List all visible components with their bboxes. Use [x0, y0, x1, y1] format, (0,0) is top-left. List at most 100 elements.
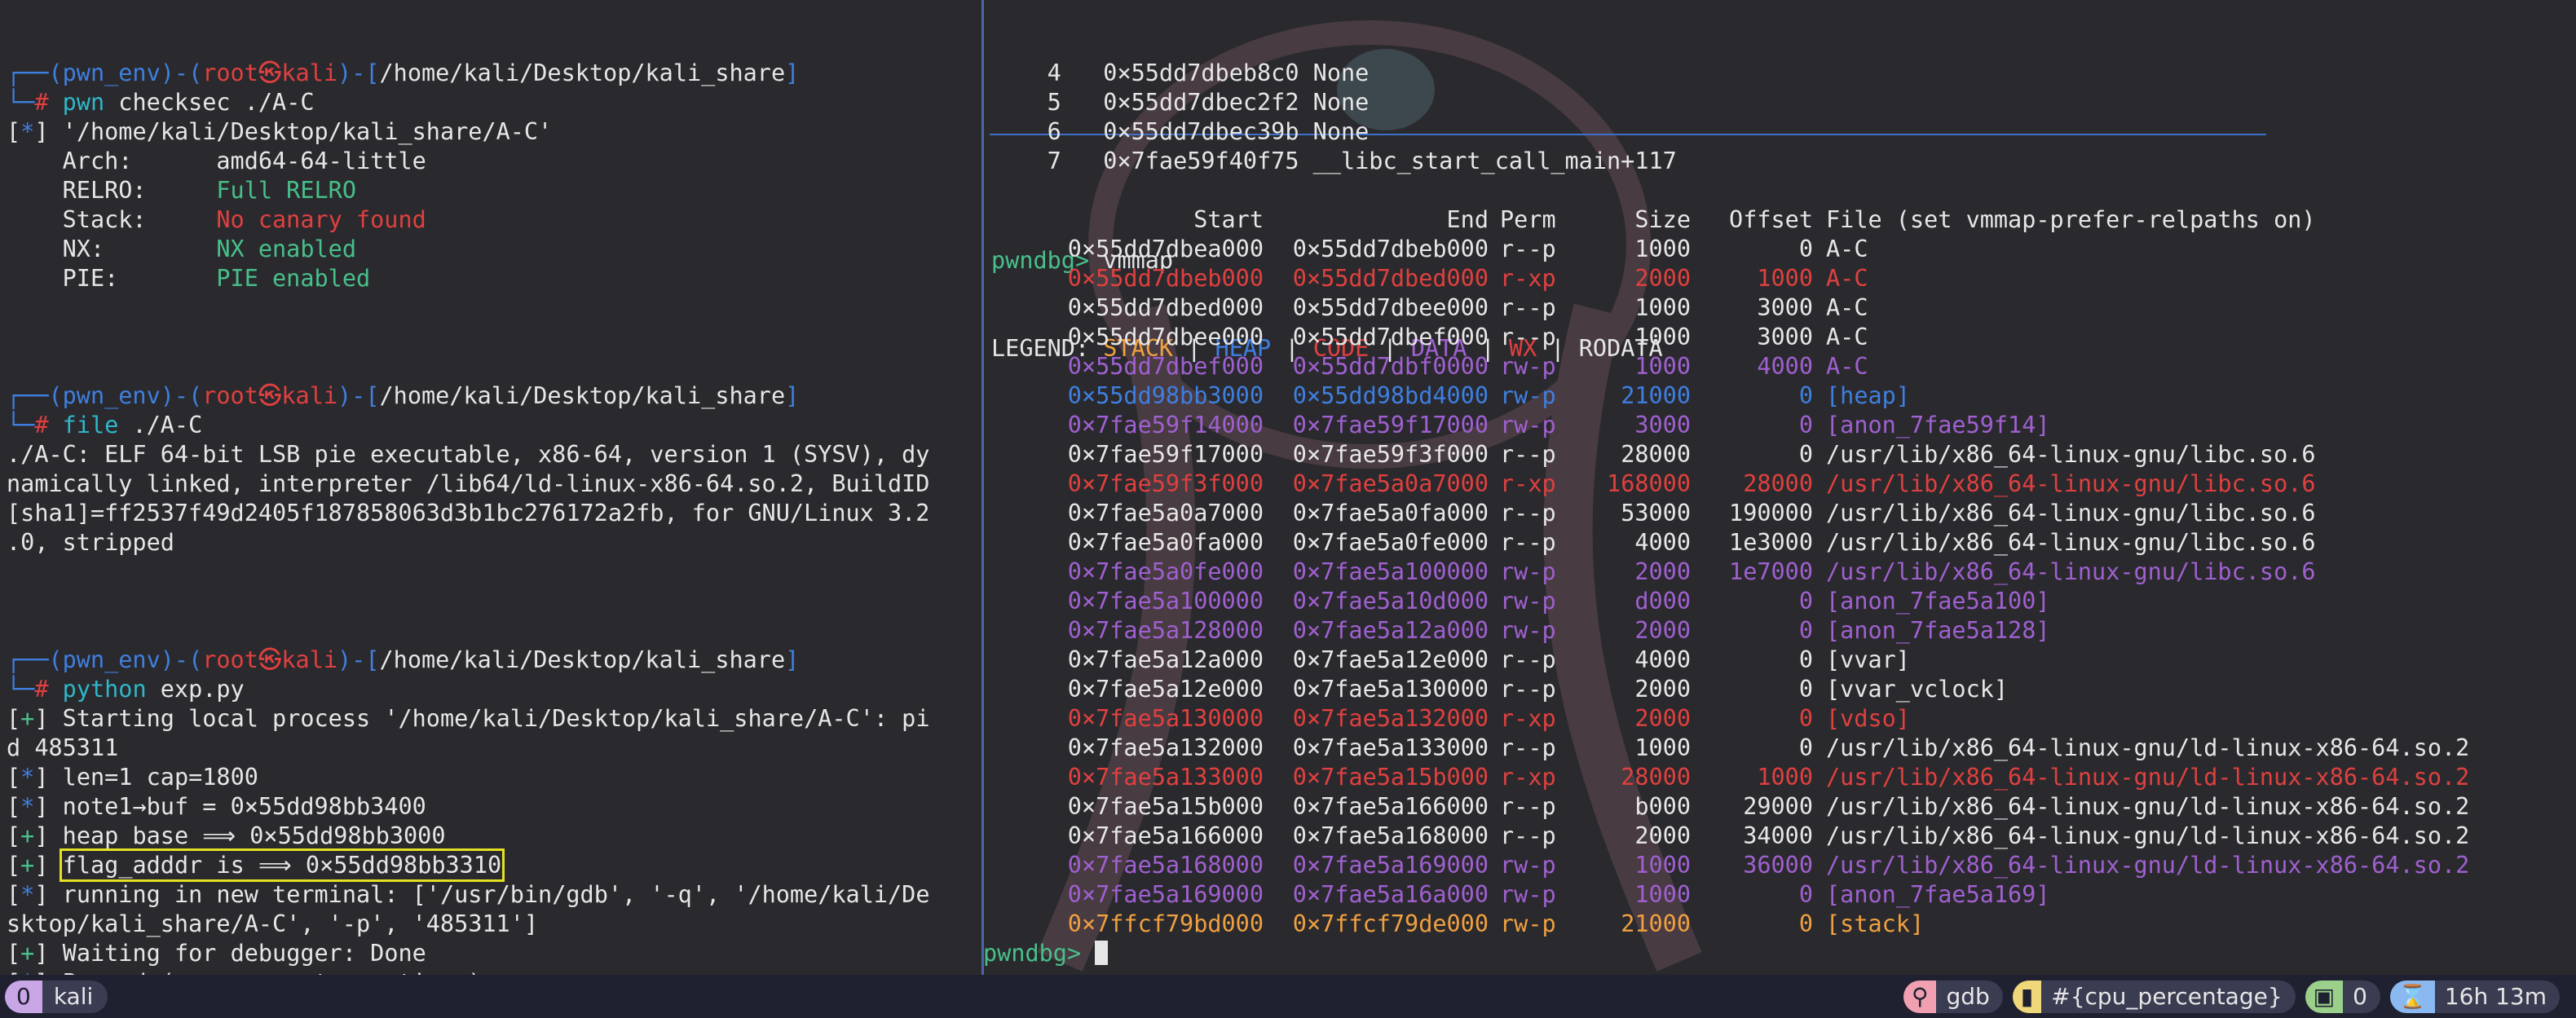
region-offset: 34000	[1743, 822, 1813, 849]
region-end: 0×7fae5a100000	[1292, 558, 1489, 585]
region-file: [anon_7fae59f14]	[1826, 412, 2050, 438]
header-perm: Perm	[1500, 206, 1556, 233]
region-end: 0×7fae5a169000	[1292, 852, 1489, 879]
command-name: pwn	[62, 89, 105, 116]
region-size: 4000	[1634, 529, 1691, 556]
region-size: 2000	[1634, 822, 1691, 849]
region-file: [vvar_vclock]	[1826, 676, 2009, 703]
tag-symbol: *	[20, 969, 34, 975]
prompt-at: ㉿	[258, 59, 282, 86]
exp-output-text: len=1 cap=1800	[48, 764, 258, 791]
session-name[interactable]: kali	[42, 980, 108, 1013]
file-output-line: [sha1]=ff2537f49d2405f187858063d3b1bc276…	[7, 500, 930, 527]
frame-symbol: None	[1312, 59, 1370, 86]
region-perm: r--p	[1500, 676, 1556, 703]
flag-address-highlight: flag_adddr is ⟹ 0×55dd98bb3310	[59, 848, 505, 882]
session-index[interactable]: 0	[5, 980, 42, 1013]
region-file: A-C	[1826, 294, 1868, 321]
command-args: checksec ./A-C	[104, 89, 315, 116]
header-offset: Offset	[1729, 206, 1813, 233]
region-start: 0×55dd7dbee000	[1067, 324, 1264, 350]
region-start: 0×55dd7dbef000	[1067, 353, 1264, 380]
checksec-file: '/home/kali/Desktop/kali_share/A-C'	[48, 118, 553, 145]
status-text: 16h 13m	[2434, 980, 2560, 1013]
frame-address: 0×55dd7dbec39b	[1103, 118, 1313, 145]
shell-command-line: └─# python exp.py	[7, 675, 980, 704]
frame-number: 5	[991, 89, 1104, 116]
region-file: [anon_7fae5a128]	[1826, 617, 2050, 644]
region-size: 1000	[1634, 734, 1691, 761]
region-perm: r--p	[1500, 646, 1556, 673]
region-file: /usr/lib/x86_64-linux-gnu/ld-linux-x86-6…	[1826, 822, 2470, 849]
region-perm: r-xp	[1500, 265, 1556, 292]
region-offset: 0	[1798, 441, 1813, 468]
region-perm: r--p	[1500, 294, 1556, 321]
exp-output-line: [*] Paused (press any to continue)	[7, 968, 980, 975]
vmmap-row: 0×7fae59f17000 0×7fae59f3f000 r--p 28000 0/u…	[990, 440, 2560, 469]
region-start: 0×7fae5a0fe000	[1067, 558, 1264, 585]
status-tag: [+]	[7, 940, 49, 967]
region-size: 1000	[1634, 881, 1691, 908]
region-size: 28000	[1621, 441, 1691, 468]
prompt-frame: └─	[7, 89, 35, 116]
checksec-value: NX enabled	[216, 236, 356, 262]
region-size: 1000	[1634, 324, 1691, 350]
prompt-at: ㉿	[258, 646, 282, 673]
prompt-frame: )-(	[160, 59, 203, 86]
prompt-user: root	[202, 382, 258, 409]
exp-output-text: Paused (press any to continue)	[49, 969, 483, 975]
prompt-env: pwn_env	[62, 59, 161, 86]
prompt-frame: )-[	[337, 382, 380, 409]
region-start: 0×7fae5a130000	[1067, 705, 1264, 732]
region-start: 0×55dd98bb3000	[1067, 382, 1264, 409]
region-offset: 0	[1798, 705, 1813, 732]
vmmap-row: 0×55dd7dbee000 0×55dd7dbef000 r--p 1000 3000…	[990, 323, 2560, 352]
frame-number: 4	[991, 59, 1104, 86]
region-offset: 29000	[1743, 793, 1813, 820]
region-perm: r--p	[1500, 324, 1556, 350]
region-offset: 0	[1798, 236, 1813, 262]
region-start: 0×7fae5a166000	[1067, 822, 1264, 849]
prompt-host: kali	[281, 382, 338, 409]
region-size: 53000	[1621, 500, 1691, 527]
region-offset: 0	[1798, 382, 1813, 409]
checksec-key: NX:	[7, 236, 217, 262]
region-offset: 3000	[1757, 324, 1813, 350]
prompt-frame: ]	[785, 646, 800, 673]
vmmap-row: 0×55dd7dbeb000 0×55dd7dbed000 r-xp 2000 1000…	[990, 264, 2560, 293]
file-output-line: namically linked, interpreter /lib64/ld-…	[7, 470, 930, 497]
frame-address: 0×55dd7dbec2f2	[1103, 89, 1313, 116]
left-terminal-pane[interactable]: ┌──(pwn_env)-(root㉿kali)-[/home/kali/Des…	[0, 0, 980, 975]
region-perm: rw-p	[1500, 881, 1556, 908]
region-start: 0×7fae5a0a7000	[1067, 500, 1264, 527]
prompt-host: kali	[281, 59, 338, 86]
region-start: 0×7fae59f17000	[1067, 441, 1264, 468]
region-start: 0×7fae5a132000	[1067, 734, 1264, 761]
vmmap-row: 0×55dd7dbed000 0×55dd7dbee000 r--p 1000 3000…	[990, 293, 2560, 323]
prompt-frame: └─	[7, 412, 35, 438]
region-perm: r--p	[1500, 822, 1556, 849]
checksec-value: No canary found	[216, 206, 426, 233]
region-offset: 0	[1798, 617, 1813, 644]
region-start: 0×7fae5a0fa000	[1067, 529, 1264, 556]
checksec-row: NX: NX enabled	[7, 235, 980, 264]
exp-output-line: [+] heap base ⟹ 0×55dd98bb3000	[7, 822, 980, 851]
region-offset: 1e3000	[1729, 529, 1813, 556]
tag-symbol: *	[20, 118, 35, 145]
checksec-row: Stack: No canary found	[7, 205, 980, 235]
region-offset: 0	[1798, 588, 1813, 615]
region-end: 0×7fae5a16a000	[1292, 881, 1489, 908]
region-file: [anon_7fae5a169]	[1826, 881, 2050, 908]
header-end: End	[1446, 206, 1489, 233]
exp-output-line: [*] len=1 cap=1800	[7, 763, 980, 792]
vmmap-row: 0×55dd7dbea000 0×55dd7dbeb000 r--p 1000 0 A-C	[990, 235, 2560, 264]
exp-output-text: heap base ⟹ 0×55dd98bb3000	[48, 822, 446, 849]
region-end: 0×7fae5a166000	[1292, 793, 1489, 820]
region-file: [stack]	[1826, 910, 1925, 937]
region-end: 0×55dd7dbee000	[1292, 294, 1489, 321]
terminal-cursor[interactable]	[1095, 941, 1109, 965]
frame-address: 0×7fae59f40f75	[1103, 148, 1313, 174]
region-offset: 0	[1798, 646, 1813, 673]
